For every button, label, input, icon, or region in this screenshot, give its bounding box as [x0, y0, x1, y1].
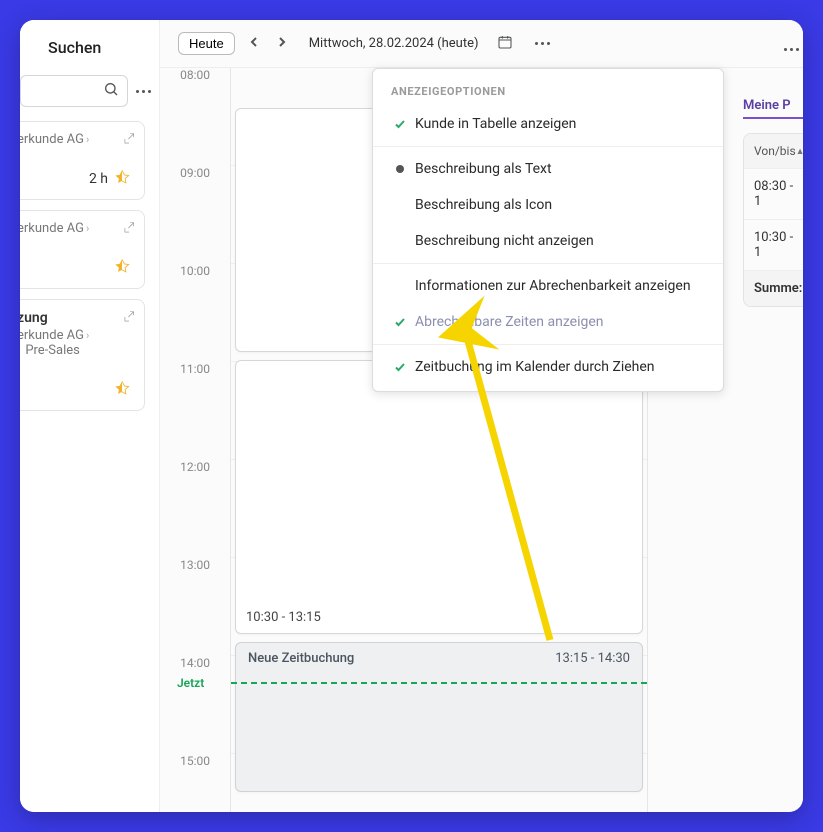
pin-icon	[122, 310, 136, 328]
star-icon	[114, 258, 130, 278]
panel-tab[interactable]: Meine P	[743, 98, 803, 119]
menu-item-label: Zeitbuchung im Kalender durch Ziehen	[415, 359, 655, 375]
calendar-icon[interactable]	[497, 34, 513, 54]
menu-item[interactable]: Beschreibung nicht anzeigen	[373, 223, 723, 259]
sidebar: Suchen erkunde AG› 2 h	[20, 20, 160, 812]
check-icon	[391, 361, 409, 373]
current-date: Mittwoch, 28.02.2024 (heute)	[309, 36, 479, 51]
pin-icon	[122, 221, 136, 239]
task-card[interactable]: erkunde AG›	[20, 210, 145, 289]
menu-item-label: Informationen zur Abrechenbarkeit anzeig…	[415, 278, 691, 294]
menu-item[interactable]: Kunde in Tabelle anzeigen	[373, 106, 723, 142]
card-customer: erkunde AG›	[20, 132, 136, 147]
star-icon	[114, 169, 130, 189]
menu-item-label: Beschreibung als Text	[415, 161, 552, 177]
time-label: 11:00	[172, 362, 216, 460]
menu-item-label: Abrechenbare Zeiten anzeigen	[415, 314, 604, 330]
sidebar-title: Suchen	[20, 20, 159, 75]
time-label: 10:00	[172, 264, 216, 362]
task-card[interactable]: zung erkunde AG› ›Pre-Sales	[20, 299, 145, 411]
search-icon	[103, 81, 119, 101]
card-customer: erkunde AG›	[20, 221, 136, 236]
table-row[interactable]: 08:30 - 1	[744, 168, 803, 219]
toolbar: Heute Mittwoch, 28.02.2024 (heute)	[160, 20, 803, 68]
menu-item-label: Beschreibung nicht anzeigen	[415, 233, 594, 249]
calendar-event[interactable]: 10:30 - 13:15	[235, 360, 643, 634]
time-label: 13:00	[172, 558, 216, 656]
table-row[interactable]: 10:30 - 1	[744, 219, 803, 270]
menu-item[interactable]: Zeitbuchung im Kalender durch Ziehen	[373, 349, 723, 385]
event-title: Neue Zeitbuchung	[248, 651, 354, 783]
panel-more-icon[interactable]	[784, 48, 799, 51]
pin-icon	[122, 132, 136, 150]
menu-item[interactable]: Beschreibung als Icon	[373, 187, 723, 223]
next-day-button[interactable]	[275, 36, 291, 51]
now-label: Jetzt	[177, 676, 204, 690]
card-footer	[20, 380, 136, 400]
time-label: 15:00	[172, 754, 216, 812]
more-icon[interactable]	[136, 90, 151, 93]
card-breadcrumb: ›Pre-Sales	[20, 343, 136, 358]
table-header: Von/bis ▲	[744, 134, 803, 168]
menu-item[interactable]: Informationen zur Abrechenbarkeit anzeig…	[373, 268, 723, 304]
time-axis: 08:00 09:00 10:00 11:00 12:00 13:00 14:0…	[172, 68, 216, 812]
menu-item-label: Kunde in Tabelle anzeigen	[415, 116, 576, 132]
star-icon	[114, 380, 130, 400]
summary-table: Von/bis ▲ 08:30 - 1 10:30 - 1 Summe:	[743, 133, 803, 307]
event-time: 10:30 - 13:15	[246, 610, 321, 625]
card-duration: 2 h	[89, 171, 108, 187]
search-input[interactable]	[20, 75, 128, 107]
prev-day-button[interactable]	[247, 36, 263, 51]
now-indicator	[231, 682, 647, 684]
check-icon	[391, 118, 409, 130]
today-button[interactable]: Heute	[178, 32, 235, 55]
right-panel: Meine P Von/bis ▲ 08:30 - 1 10:30 - 1 Su…	[743, 98, 803, 307]
app-frame: Suchen erkunde AG› 2 h	[20, 20, 803, 812]
toolbar-more-icon[interactable]	[535, 42, 550, 45]
table-sum: Summe:	[744, 270, 803, 306]
time-label: 14:00	[172, 656, 216, 754]
menu-header: ANEZEIGEOPTIONEN	[373, 75, 723, 106]
card-footer	[20, 258, 136, 278]
chevron-right-icon: ›	[86, 133, 89, 146]
event-time: 13:15 - 14:30	[555, 651, 630, 783]
display-options-menu: ANEZEIGEOPTIONEN Kunde in Tabelle anzeig…	[372, 68, 724, 392]
menu-item[interactable]: Beschreibung als Text	[373, 151, 723, 187]
chevron-right-icon: ›	[86, 222, 89, 235]
card-customer: erkunde AG›	[20, 328, 136, 343]
sort-icon[interactable]: ▲	[796, 146, 803, 157]
menu-item[interactable]: Abrechenbare Zeiten anzeigen	[373, 304, 723, 340]
task-card[interactable]: erkunde AG› 2 h	[20, 121, 145, 200]
card-footer: 2 h	[20, 169, 136, 189]
card-title: zung	[20, 310, 136, 326]
check-icon	[391, 316, 409, 328]
time-label: 09:00	[172, 166, 216, 264]
main-area: Heute Mittwoch, 28.02.2024 (heute) 08:00…	[160, 20, 803, 812]
calendar-event-new[interactable]: Neue Zeitbuchung 13:15 - 14:30	[235, 642, 643, 792]
dot-icon	[391, 165, 409, 173]
time-label: 08:00	[172, 68, 216, 166]
time-label: 12:00	[172, 460, 216, 558]
menu-item-label: Beschreibung als Icon	[415, 197, 552, 213]
search-row	[20, 75, 159, 121]
chevron-right-icon: ›	[86, 329, 89, 342]
